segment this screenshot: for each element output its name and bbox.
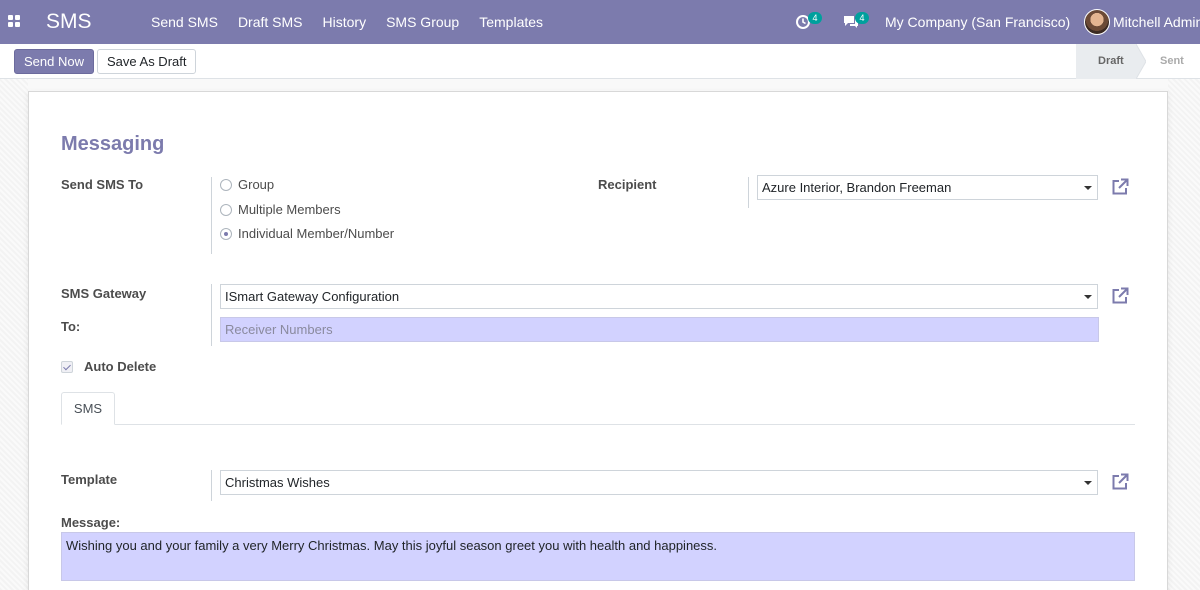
message-label: Message:	[61, 515, 121, 530]
top-navbar: SMS Send SMS Draft SMS History SMS Group…	[0, 0, 1200, 44]
menu-item-sms-group[interactable]: SMS Group	[376, 0, 469, 44]
radio-group[interactable]: Group	[220, 177, 274, 192]
sms-gateway-label: SMS Gateway	[61, 286, 147, 301]
field-separator	[211, 284, 212, 346]
chevron-down-icon	[1084, 481, 1092, 485]
radio-multiple-members[interactable]: Multiple Members	[220, 202, 341, 217]
radio-multiple-members-label: Multiple Members	[238, 202, 341, 217]
send-now-button[interactable]: Send Now	[14, 49, 94, 74]
tabs-divider	[61, 424, 1135, 425]
send-sms-to-label: Send SMS To	[61, 177, 144, 192]
field-separator	[748, 177, 749, 208]
external-link-icon[interactable]	[1110, 472, 1130, 492]
auto-delete-checkbox[interactable]	[61, 361, 73, 373]
avatar[interactable]	[1084, 9, 1110, 35]
recipient-label: Recipient	[598, 177, 657, 192]
control-panel: Send Now Save As Draft Draft Sent	[0, 44, 1200, 79]
activity-menu[interactable]: 4	[795, 12, 825, 32]
field-separator	[211, 177, 212, 254]
external-link-icon[interactable]	[1110, 286, 1130, 306]
receiver-numbers-input[interactable]	[220, 317, 1099, 342]
menu-item-history[interactable]: History	[313, 0, 377, 44]
messages-badge: 4	[855, 12, 869, 24]
app-title[interactable]: SMS	[46, 9, 92, 35]
page-background	[1168, 79, 1200, 590]
chevron-down-icon	[1084, 186, 1092, 190]
recipient-select[interactable]: Azure Interior, Brandon Freeman	[757, 175, 1098, 200]
external-link-icon[interactable]	[1110, 177, 1130, 197]
menu-item-templates[interactable]: Templates	[469, 0, 553, 44]
sms-gateway-value: ISmart Gateway Configuration	[225, 289, 400, 304]
message-textarea[interactable]: Wishing you and your family a very Merry…	[61, 532, 1135, 581]
company-switcher[interactable]: My Company (San Francisco)	[885, 0, 1070, 44]
menu-item-send-sms[interactable]: Send SMS	[141, 0, 228, 44]
menu-item-draft-sms[interactable]: Draft SMS	[228, 0, 313, 44]
field-separator	[211, 470, 212, 501]
stage-draft[interactable]: Draft	[1076, 44, 1136, 79]
messages-menu[interactable]: 4	[842, 12, 872, 32]
sms-gateway-select[interactable]: ISmart Gateway Configuration	[220, 284, 1098, 309]
tab-sms[interactable]: SMS	[61, 392, 115, 425]
user-menu[interactable]: Mitchell Admin	[1113, 0, 1200, 44]
page-background	[0, 79, 28, 590]
radio-multiple-members-button[interactable]	[220, 203, 232, 216]
to-label: To:	[61, 319, 81, 334]
template-label: Template	[61, 472, 118, 487]
recipient-value: Azure Interior, Brandon Freeman	[762, 180, 952, 195]
radio-group-label: Group	[238, 177, 275, 192]
radio-individual-label: Individual Member/Number	[238, 226, 395, 241]
save-as-draft-button[interactable]: Save As Draft	[97, 49, 197, 74]
template-value: Christmas Wishes	[225, 475, 330, 490]
radio-individual[interactable]: Individual Member/Number	[220, 226, 394, 241]
template-select[interactable]: Christmas Wishes	[220, 470, 1098, 495]
status-bar: Draft Sent	[1076, 44, 1200, 79]
activity-badge: 4	[808, 12, 822, 24]
stage-sent[interactable]: Sent	[1146, 44, 1200, 79]
apps-grid-icon[interactable]	[8, 15, 20, 27]
auto-delete-label: Auto Delete	[84, 359, 157, 374]
main-menu: Send SMS Draft SMS History SMS Group Tem…	[141, 0, 553, 44]
chevron-down-icon	[1084, 295, 1092, 299]
section-title: Messaging	[61, 133, 165, 155]
radio-individual-button[interactable]	[220, 227, 232, 240]
stage-arrow-icon	[1136, 44, 1146, 79]
radio-group-button[interactable]	[220, 178, 232, 191]
